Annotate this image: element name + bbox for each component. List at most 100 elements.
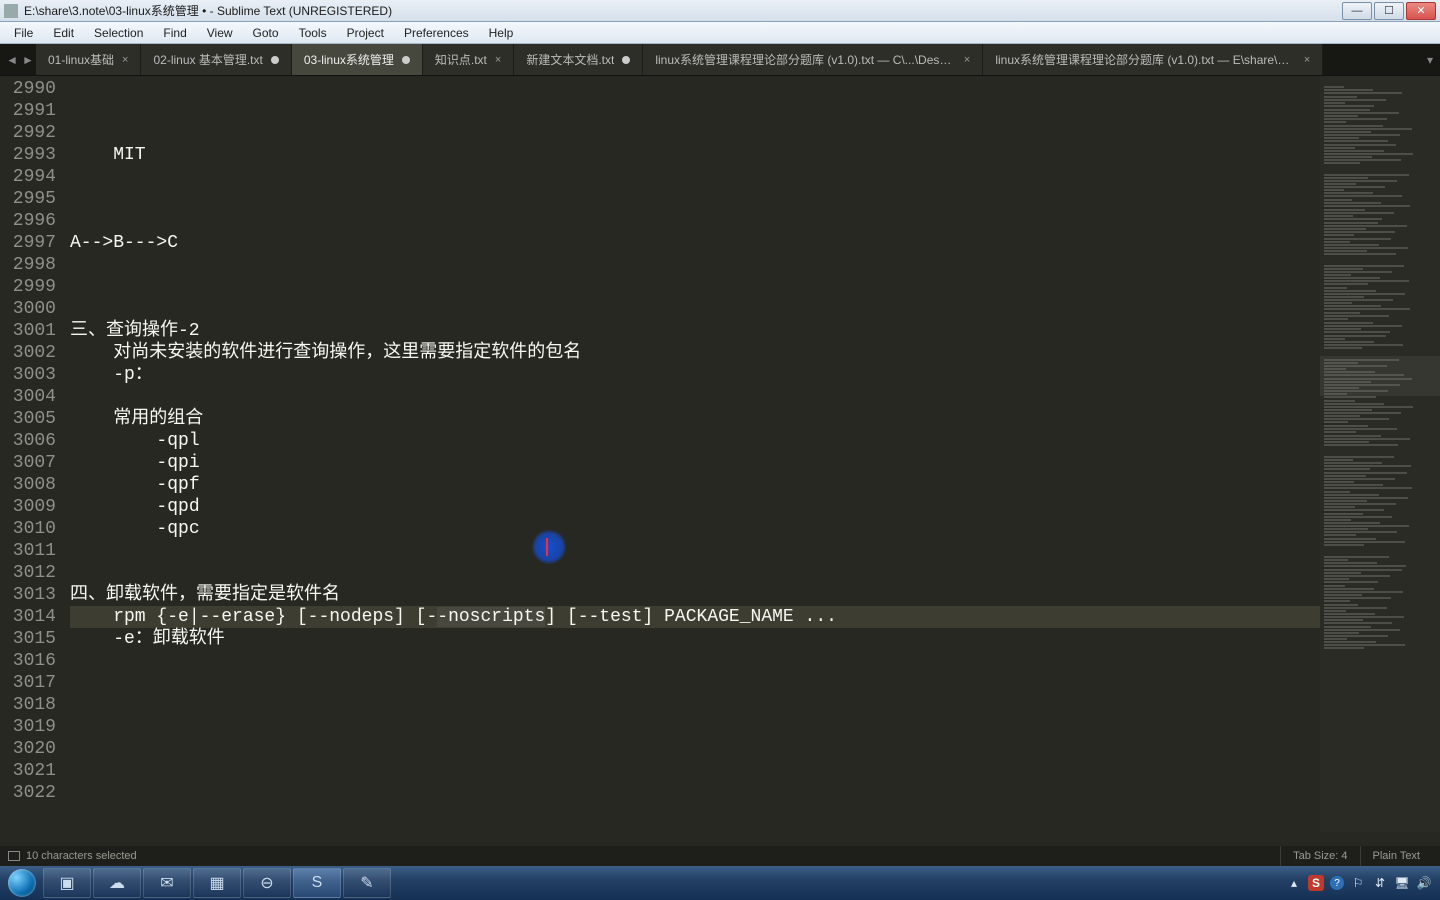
minimize-button[interactable]: — — [1342, 2, 1372, 20]
code-line[interactable]: -qpf — [70, 474, 1320, 496]
tabbar: ◄ ► 01-linux基础× 02-linux 基本管理.txt 03-linux… — [0, 44, 1440, 76]
tab-close-icon[interactable]: × — [964, 54, 970, 66]
status-syntax[interactable]: Plain Text — [1360, 846, 1433, 866]
tab-overflow-button[interactable]: ▾ — [1420, 44, 1440, 75]
code-line[interactable] — [70, 562, 1320, 584]
line-number: 3008 — [0, 474, 56, 496]
ime-icon[interactable]: S — [1308, 875, 1324, 891]
tab-label: 02-linux 基本管理.txt — [153, 51, 262, 68]
taskbar-app-browser[interactable]: ⊖ — [243, 868, 291, 898]
menu-goto[interactable]: Goto — [243, 24, 289, 42]
code-line[interactable] — [70, 826, 1320, 848]
code-line[interactable] — [70, 650, 1320, 672]
tab-next-icon[interactable]: ► — [22, 53, 34, 67]
code-line[interactable]: -qpi — [70, 452, 1320, 474]
menu-selection[interactable]: Selection — [84, 24, 153, 42]
menu-preferences[interactable]: Preferences — [394, 24, 479, 42]
menu-find[interactable]: Find — [153, 24, 196, 42]
code-line[interactable] — [70, 210, 1320, 232]
code-line[interactable]: A-->B--->C — [70, 232, 1320, 254]
tab-5[interactable]: linux系统管理课程理论部分题库 (v1.0).txt — C\...\Des… — [643, 44, 983, 75]
taskbar-app-chat[interactable]: ☁ — [93, 868, 141, 898]
taskbar-app-vm[interactable]: ▣ — [43, 868, 91, 898]
code-line[interactable] — [70, 760, 1320, 782]
menu-file[interactable]: File — [4, 24, 43, 42]
panel-switcher-icon[interactable] — [8, 851, 20, 861]
code-line[interactable]: 对尚未安装的软件进行查询操作，这里需要指定软件的包名 — [70, 342, 1320, 364]
code-line[interactable] — [70, 276, 1320, 298]
maximize-button[interactable]: ☐ — [1374, 2, 1404, 20]
tab-close-icon[interactable]: × — [122, 54, 128, 66]
volume-icon[interactable]: 🔊 — [1416, 875, 1432, 891]
minimap[interactable] — [1320, 76, 1440, 832]
code-line[interactable]: -qpl — [70, 430, 1320, 452]
network-icon[interactable]: ⇵ — [1372, 875, 1388, 891]
line-number: 3015 — [0, 628, 56, 650]
line-number: 3002 — [0, 342, 56, 364]
code-line[interactable]: 三、查询操作-2 — [70, 320, 1320, 342]
code-line[interactable] — [70, 782, 1320, 804]
device-icon[interactable]: 🖥 — [1394, 875, 1410, 891]
code-content[interactable]: MIT A-->B--->C 三、查询操作-2 对尚未安装的软件进行查询操作，这里需… — [70, 76, 1320, 832]
line-number: 2992 — [0, 122, 56, 144]
action-center-icon[interactable]: ⚐ — [1350, 875, 1366, 891]
tab-label: 新建文本文档.txt — [526, 51, 614, 68]
code-line[interactable]: 四、卸载软件，需要指定是软件名 — [70, 584, 1320, 606]
line-number: 3009 — [0, 496, 56, 518]
line-number: 2995 — [0, 188, 56, 210]
status-tab-size[interactable]: Tab Size: 4 — [1280, 846, 1359, 866]
code-line[interactable] — [70, 298, 1320, 320]
code-line[interactable]: rpm {-e|--erase} [--nodeps] [--noscripts… — [70, 606, 1320, 628]
line-number: 2998 — [0, 254, 56, 276]
code-line[interactable] — [70, 188, 1320, 210]
taskbar-app-im[interactable]: ✉ — [143, 868, 191, 898]
menu-tools[interactable]: Tools — [289, 24, 337, 42]
menu-view[interactable]: View — [197, 24, 243, 42]
code-line[interactable] — [70, 254, 1320, 276]
help-icon[interactable]: ? — [1330, 876, 1344, 890]
tab-nav[interactable]: ◄ ► — [4, 44, 36, 75]
tab-0[interactable]: 01-linux基础× — [36, 44, 141, 75]
system-tray[interactable]: ▴ S ? ⚐ ⇵ 🖥 🔊 — [1286, 875, 1438, 891]
line-number: 3016 — [0, 650, 56, 672]
start-button[interactable] — [2, 868, 42, 898]
windows-logo-icon — [8, 869, 36, 897]
tab-3[interactable]: 知识点.txt× — [423, 44, 514, 75]
code-line[interactable] — [70, 716, 1320, 738]
line-number: 2993 — [0, 144, 56, 166]
tab-label: linux系统管理课程理论部分题库 (v1.0).txt — C\...\Des… — [655, 51, 956, 68]
code-line[interactable] — [70, 386, 1320, 408]
code-line[interactable]: -qpc — [70, 518, 1320, 540]
taskbar-app-sublime[interactable]: S — [293, 868, 341, 898]
tab-4[interactable]: 新建文本文档.txt — [514, 44, 643, 75]
code-line[interactable]: -qpd — [70, 496, 1320, 518]
taskbar-app-ppt[interactable]: ▦ — [193, 868, 241, 898]
code-line[interactable] — [70, 672, 1320, 694]
line-number: 2996 — [0, 210, 56, 232]
taskbar-app-tool[interactable]: ✎ — [343, 868, 391, 898]
code-line[interactable] — [70, 738, 1320, 760]
code-line[interactable]: -p： — [70, 364, 1320, 386]
code-line[interactable] — [70, 540, 1320, 562]
code-line[interactable]: MIT — [70, 144, 1320, 166]
close-button[interactable]: ✕ — [1406, 2, 1436, 20]
code-line[interactable]: 常用的组合 — [70, 408, 1320, 430]
code-line[interactable] — [70, 804, 1320, 826]
code-line[interactable] — [70, 694, 1320, 716]
menu-project[interactable]: Project — [337, 24, 394, 42]
menu-help[interactable]: Help — [479, 24, 524, 42]
tab-close-icon[interactable]: × — [1304, 54, 1310, 66]
line-number: 3001 — [0, 320, 56, 342]
tab-2[interactable]: 03-linux系统管理 — [292, 44, 423, 75]
tab-close-icon[interactable]: × — [495, 54, 501, 66]
status-selection: 10 characters selected — [26, 850, 137, 862]
tray-chevron-icon[interactable]: ▴ — [1286, 875, 1302, 891]
editor-area[interactable]: 2990299129922993299429952996299729982999… — [0, 76, 1440, 832]
tab-1[interactable]: 02-linux 基本管理.txt — [141, 44, 291, 75]
code-line[interactable]: -e：卸载软件 — [70, 628, 1320, 650]
tab-prev-icon[interactable]: ◄ — [6, 53, 18, 67]
code-line[interactable] — [70, 166, 1320, 188]
line-number: 3018 — [0, 694, 56, 716]
menu-edit[interactable]: Edit — [43, 24, 84, 42]
tab-6[interactable]: linux系统管理课程理论部分题库 (v1.0).txt — E\share\2… — [983, 44, 1323, 75]
